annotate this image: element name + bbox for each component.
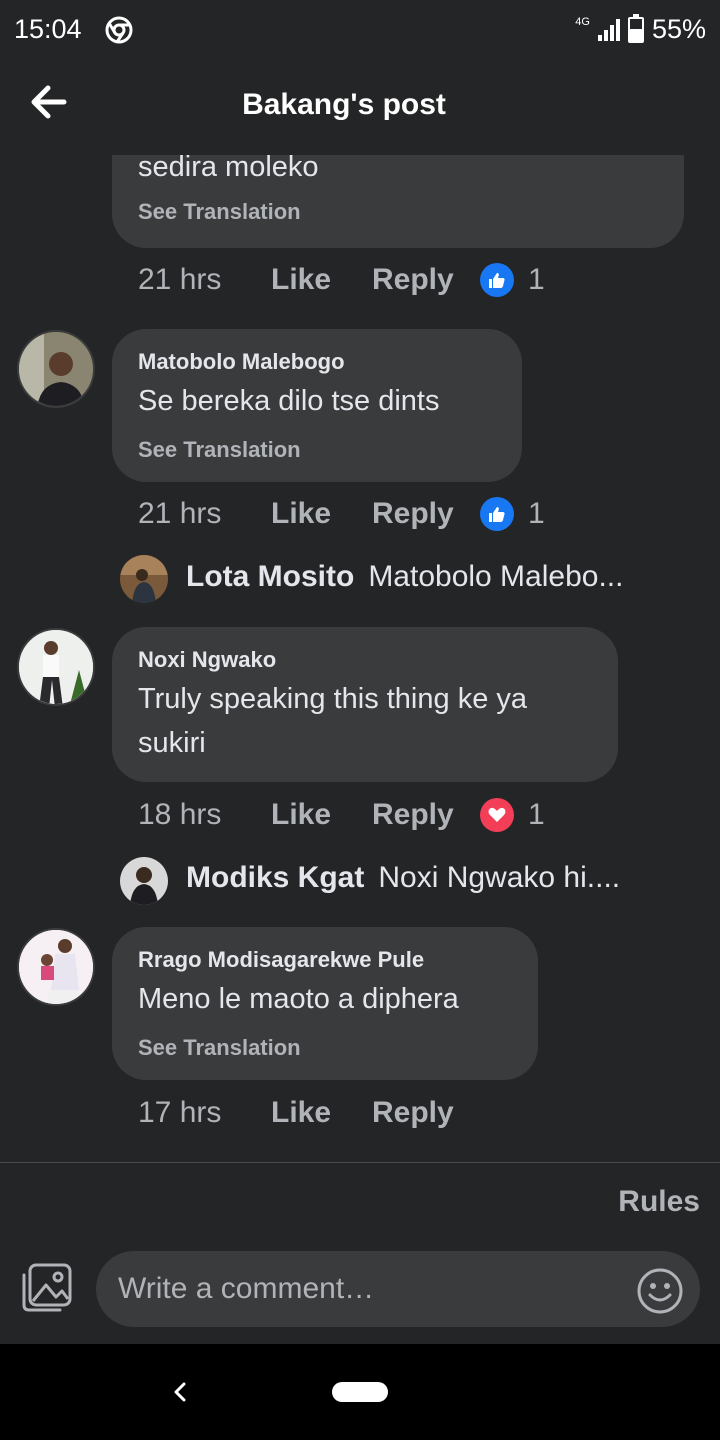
network-label: 4G (575, 15, 590, 28)
comments-list: sedira moleko See Translation 21 hrs Lik… (0, 155, 720, 1162)
comment-text: Meno le maoto a diphera (138, 983, 459, 1015)
reply-button[interactable]: Reply (372, 1096, 480, 1130)
avatar[interactable] (17, 928, 95, 1006)
reply-avatar[interactable] (120, 857, 168, 905)
reply-preview[interactable]: Lota Mosito Matobolo Malebo... (186, 560, 623, 594)
comment-bubble[interactable]: Matobolo Malebogo Se bereka dilo tse din… (112, 329, 522, 482)
reply-author: Modiks Kgat (186, 861, 365, 894)
see-translation-link[interactable]: See Translation (138, 1035, 301, 1061)
thumbs-up-icon[interactable] (480, 497, 514, 531)
reply-avatar[interactable] (120, 555, 168, 603)
reply-text: Matobolo Malebo... (368, 560, 624, 593)
comment-actions: 21 hrs Like Reply 1 (138, 263, 545, 297)
reply-button[interactable]: Reply (372, 263, 480, 297)
comment-actions: 21 hrs Like Reply 1 (138, 497, 545, 531)
commenter-name[interactable]: Rrago Modisagarekwe Pule (138, 947, 424, 973)
status-time: 15:04 (14, 14, 82, 44)
reaction-count: 1 (528, 798, 545, 831)
home-pill[interactable] (332, 1382, 388, 1402)
like-button[interactable]: Like (271, 1096, 372, 1130)
reply-author: Lota Mosito (186, 560, 355, 593)
rules-link[interactable]: Rules (618, 1185, 700, 1219)
battery-icon (627, 13, 644, 43)
nav-back-icon[interactable] (168, 1374, 192, 1415)
comment-text: sedira moleko (138, 155, 319, 183)
emoji-icon[interactable] (636, 1267, 684, 1320)
comment-actions: 17 hrs Like Reply (138, 1096, 480, 1130)
like-button[interactable]: Like (271, 263, 372, 297)
heart-icon[interactable] (480, 798, 514, 832)
status-indicators: 4G 55% (575, 13, 706, 45)
chrome-icon (105, 16, 133, 49)
reply-button[interactable]: Reply (372, 497, 480, 531)
comment-time: 21 hrs (138, 263, 222, 296)
screen: 15:04 4G 55% Bakang's post sedira moleko… (0, 0, 720, 1440)
signal-icon (597, 18, 620, 41)
avatar[interactable] (17, 628, 95, 706)
see-translation-link[interactable]: See Translation (138, 199, 301, 225)
see-translation-link[interactable]: See Translation (138, 437, 301, 463)
thumbs-up-icon[interactable] (480, 263, 514, 297)
reply-preview[interactable]: Modiks Kgat Noxi Ngwako hi.... (186, 861, 620, 895)
comment-actions: 18 hrs Like Reply 1 (138, 798, 545, 832)
comment-composer: Rules (0, 1162, 720, 1344)
commenter-name[interactable]: Matobolo Malebogo (138, 349, 345, 375)
comment-bubble[interactable]: sedira moleko See Translation (112, 155, 684, 248)
comment-time: 18 hrs (138, 798, 222, 831)
like-button[interactable]: Like (271, 798, 372, 832)
battery-level: 55% (651, 14, 706, 44)
reply-text: Noxi Ngwako hi.... (378, 861, 621, 894)
comment-input[interactable] (96, 1251, 700, 1327)
commenter-name[interactable]: Noxi Ngwako (138, 647, 276, 673)
avatar[interactable] (17, 330, 95, 408)
reply-button[interactable]: Reply (372, 798, 480, 832)
comment-time: 17 hrs (138, 1096, 222, 1129)
comment-time: 21 hrs (138, 497, 222, 530)
comment-bubble[interactable]: Rrago Modisagarekwe Pule Meno le maoto a… (112, 927, 538, 1080)
page-title: Bakang's post (242, 88, 446, 121)
navigation-bar (0, 1344, 720, 1440)
reaction-count: 1 (528, 263, 545, 296)
header: Bakang's post (0, 60, 720, 155)
like-button[interactable]: Like (271, 497, 372, 531)
comment-bubble[interactable]: Noxi Ngwako Truly speaking this thing ke… (112, 627, 618, 782)
comment-text: Truly speaking this thing ke ya sukiri (138, 683, 528, 759)
comment-text: Se bereka dilo tse dints (138, 385, 440, 417)
reaction-count: 1 (528, 497, 545, 530)
status-bar: 15:04 4G 55% (0, 0, 720, 60)
photo-icon[interactable] (20, 1263, 74, 1318)
